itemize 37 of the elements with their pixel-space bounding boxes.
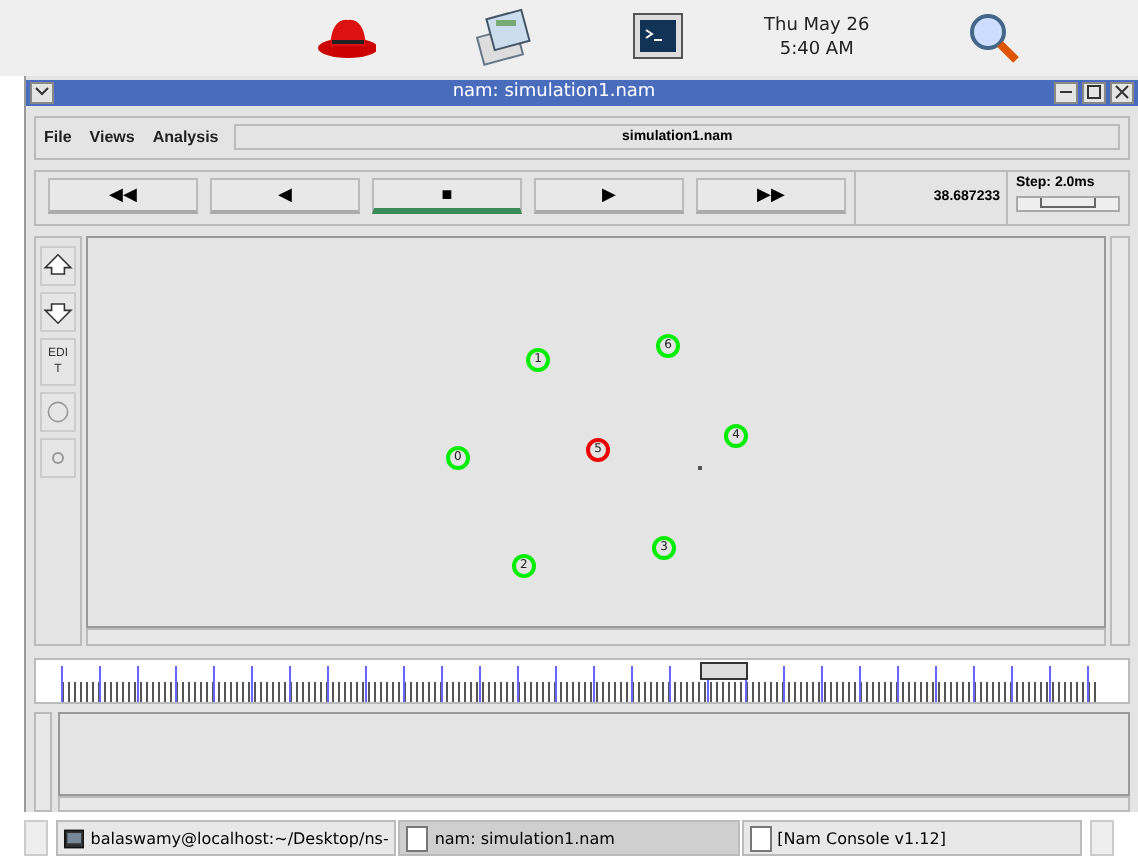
chevron-down-icon — [34, 86, 50, 99]
playback-button[interactable]: ▶▶ — [696, 177, 846, 214]
timeline-thumb[interactable] — [699, 661, 748, 680]
playback-button[interactable]: ▶ — [534, 177, 684, 214]
playback-button[interactable]: ◀ — [210, 177, 360, 214]
menu-item[interactable]: Views — [89, 128, 135, 147]
minimize-button[interactable] — [1054, 81, 1078, 104]
timeline-slider[interactable] — [34, 657, 1130, 705]
window-title: nam: simulation1.nam — [450, 82, 658, 103]
close-button[interactable] — [1110, 81, 1134, 104]
vertical-scrollbar[interactable] — [34, 712, 52, 812]
zoom-in-button[interactable] — [40, 245, 76, 286]
terminal-icon — [64, 827, 85, 849]
window-menu-button[interactable] — [30, 81, 54, 104]
taskbar-item[interactable]: [Nam Console v1.12] — [741, 820, 1082, 856]
search-icon[interactable] — [965, 10, 1022, 66]
clock-date: Thu May 26 — [764, 14, 870, 38]
vertical-scrollbar[interactable] — [1110, 235, 1130, 646]
taskbar-item[interactable]: balaswamy@localhost:~/Desktop/ns- — [56, 820, 397, 856]
close-icon — [1114, 84, 1130, 101]
playback-button[interactable]: ■ — [372, 177, 522, 214]
maximize-icon — [1086, 84, 1102, 101]
dot-icon — [52, 451, 64, 464]
clock-time: 5:40 AM — [779, 38, 854, 62]
slider-thumb[interactable] — [1040, 197, 1096, 208]
zoom-out-button[interactable] — [40, 291, 76, 332]
maximize-button[interactable] — [1082, 81, 1106, 104]
dot-tool-button[interactable] — [40, 437, 76, 478]
window-icon — [749, 825, 772, 851]
horizontal-scrollbar[interactable] — [58, 796, 1130, 812]
step-slider[interactable] — [1016, 195, 1120, 212]
playback-button[interactable]: ◀◀ — [48, 177, 198, 214]
minimize-icon — [1060, 90, 1072, 95]
menu-item[interactable]: Analysis — [152, 128, 219, 147]
menu-item[interactable]: File — [44, 128, 72, 147]
taskbar-item[interactable]: nam: simulation1.nam — [398, 820, 740, 856]
window-icon — [406, 825, 429, 851]
